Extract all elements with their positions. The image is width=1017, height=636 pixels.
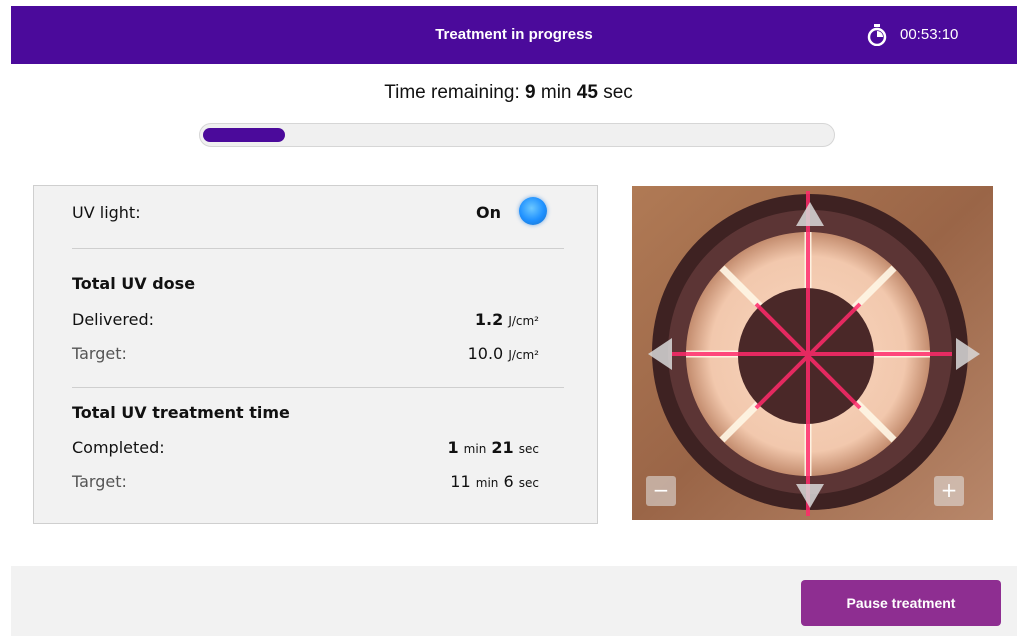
uv-indicator-icon <box>519 197 547 225</box>
dose-target-number: 10.0 <box>467 344 504 363</box>
remaining-seconds: 45 <box>576 82 598 103</box>
remaining-sec-unit: sec <box>597 82 633 103</box>
uv-light-row: UV light: On <box>72 197 547 225</box>
dose-target-value: 10.0 J/cm² <box>468 343 539 366</box>
completed-min-unit: min <box>463 442 487 456</box>
delivered-value: 1.2 J/cm² <box>475 309 539 332</box>
divider <box>72 248 564 249</box>
time-remaining-label: Time remaining: <box>384 82 526 103</box>
progress-bar <box>199 123 835 147</box>
time-remaining: Time remaining: 9 min 45 sec <box>0 82 1017 104</box>
elapsed-time: 00:53:10 <box>900 26 959 43</box>
target-minutes: 11 <box>450 472 471 491</box>
dose-target-row: Target: 10.0 J/cm² <box>72 343 539 365</box>
dose-delivered-row: Delivered: 1.2 J/cm² <box>72 309 539 331</box>
target-min-unit: min <box>475 476 499 490</box>
zoom-out-button[interactable]: − <box>646 476 676 506</box>
time-completed-row: Completed: 1 min 21 sec <box>72 437 539 459</box>
zoom-in-button[interactable]: + <box>934 476 964 506</box>
treatment-info-panel: UV light: On Total UV dose Delivered: 1.… <box>33 185 598 524</box>
treatment-time-heading: Total UV treatment time <box>72 403 290 422</box>
uv-light-status: On <box>476 203 501 222</box>
completed-label: Completed: <box>72 438 165 457</box>
remaining-min-unit: min <box>535 82 577 103</box>
dose-target-label: Target: <box>72 344 127 363</box>
zoom-out-label: − <box>653 478 670 502</box>
time-target-value: 11 min 6 sec <box>450 471 539 494</box>
pause-treatment-button[interactable]: Pause treatment <box>801 580 1001 626</box>
time-heading-row: Total UV treatment time <box>72 402 539 424</box>
completed-minutes: 1 <box>447 438 459 457</box>
remaining-minutes: 9 <box>525 82 536 103</box>
uv-light-label: UV light: <box>72 203 141 222</box>
stopwatch-icon <box>867 24 887 46</box>
completed-value: 1 min 21 sec <box>447 437 539 460</box>
completed-seconds: 21 <box>491 438 514 457</box>
divider <box>72 387 564 388</box>
time-target-label: Target: <box>72 472 127 491</box>
camera-view: − + <box>632 186 993 520</box>
dose-heading-row: Total UV dose <box>72 273 539 295</box>
zoom-in-label: + <box>941 478 958 502</box>
progress-fill <box>203 128 285 142</box>
completed-sec-unit: sec <box>518 442 539 456</box>
dose-heading: Total UV dose <box>72 274 196 293</box>
target-sec-unit: sec <box>518 476 539 490</box>
delivered-unit: J/cm² <box>508 314 539 328</box>
target-seconds: 6 <box>503 472 514 491</box>
delivered-number: 1.2 <box>474 310 504 329</box>
header-bar: Treatment in progress 00:53:10 <box>11 6 1017 64</box>
delivered-label: Delivered: <box>72 310 154 329</box>
time-target-row: Target: 11 min 6 sec <box>72 471 539 493</box>
dose-target-unit: J/cm² <box>508 348 539 362</box>
